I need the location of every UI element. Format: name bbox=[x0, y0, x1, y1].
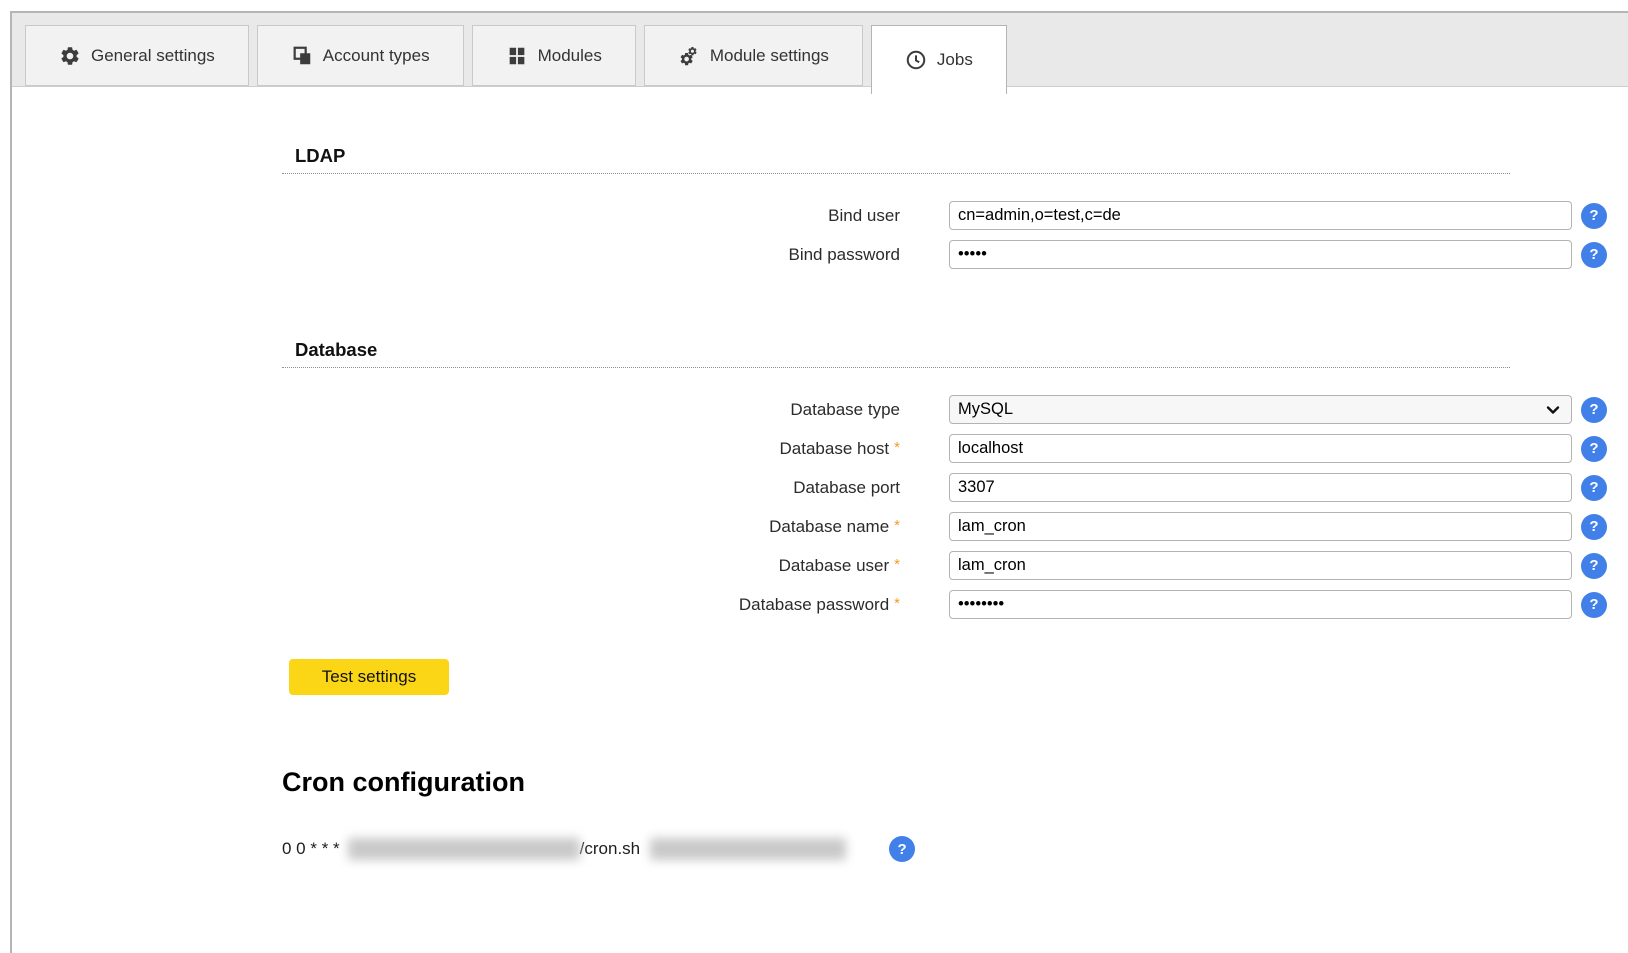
required-marker: * bbox=[894, 556, 900, 573]
field-input-wrap: ? bbox=[949, 201, 1607, 230]
required-marker: * bbox=[894, 595, 900, 612]
field-input-wrap: ? bbox=[949, 240, 1607, 269]
form-row-database-user: Database user*? bbox=[282, 551, 1628, 580]
tab-general-settings[interactable]: General settings bbox=[25, 25, 249, 86]
selected-option: MySQL bbox=[958, 400, 1013, 419]
help-icon[interactable]: ? bbox=[1581, 397, 1607, 423]
tab-module-settings[interactable]: Module settings bbox=[644, 25, 863, 86]
field-label: Bind password bbox=[282, 245, 900, 265]
help-icon[interactable]: ? bbox=[889, 836, 915, 862]
ldap-fields: Bind user?Bind password? bbox=[282, 201, 1628, 269]
tab-label: General settings bbox=[91, 46, 215, 66]
cron-configuration-heading: Cron configuration bbox=[282, 767, 1628, 798]
field-input-wrap: ? bbox=[949, 434, 1607, 463]
clock-icon bbox=[905, 49, 927, 71]
bind-password-input[interactable] bbox=[949, 240, 1572, 269]
help-icon[interactable]: ? bbox=[1581, 242, 1607, 268]
form-row-bind-user: Bind user? bbox=[282, 201, 1628, 230]
database-type-select[interactable]: MySQL bbox=[949, 395, 1572, 424]
help-icon[interactable]: ? bbox=[1581, 592, 1607, 618]
chevron-down-icon bbox=[1545, 402, 1561, 418]
tab-label: Account types bbox=[323, 46, 430, 66]
database-name-input[interactable] bbox=[949, 512, 1572, 541]
cron-script-text: /cron.sh bbox=[580, 839, 640, 859]
field-label: Database host* bbox=[282, 439, 900, 459]
field-label: Bind user bbox=[282, 206, 900, 226]
redacted-path bbox=[348, 838, 580, 860]
field-input-wrap: ? bbox=[949, 512, 1607, 541]
form-row-database-host: Database host*? bbox=[282, 434, 1628, 463]
form-row-database-port: Database port? bbox=[282, 473, 1628, 502]
ldap-section-title: LDAP bbox=[282, 145, 1510, 174]
bind-user-input[interactable] bbox=[949, 201, 1572, 230]
gear-icon bbox=[59, 45, 81, 67]
field-label: Database user* bbox=[282, 556, 900, 576]
help-icon[interactable]: ? bbox=[1581, 553, 1607, 579]
gears-icon bbox=[678, 45, 700, 67]
database-fields: Database typeMySQL?Database host*?Databa… bbox=[282, 395, 1628, 619]
field-label: Database port bbox=[282, 478, 900, 498]
cron-line: 0 0 * * * /cron.sh ? bbox=[282, 836, 1628, 862]
field-label: Database password* bbox=[282, 595, 900, 615]
form-row-bind-password: Bind password? bbox=[282, 240, 1628, 269]
field-label: Database name* bbox=[282, 517, 900, 537]
tab-jobs[interactable]: Jobs bbox=[871, 25, 1007, 94]
tab-label: Module settings bbox=[710, 46, 829, 66]
database-password-input[interactable] bbox=[949, 590, 1572, 619]
required-marker: * bbox=[894, 517, 900, 534]
help-icon[interactable]: ? bbox=[1581, 436, 1607, 462]
database-user-input[interactable] bbox=[949, 551, 1572, 580]
tab-label: Jobs bbox=[937, 50, 973, 70]
grid-icon bbox=[506, 45, 528, 67]
redacted-text bbox=[650, 838, 846, 860]
field-input-wrap: MySQL? bbox=[949, 395, 1607, 424]
jobs-tab-content: LDAP Bind user?Bind password? Database D… bbox=[12, 145, 1628, 862]
form-row-database-name: Database name*? bbox=[282, 512, 1628, 541]
database-section: Database Database typeMySQL?Database hos… bbox=[282, 339, 1628, 619]
help-icon[interactable]: ? bbox=[1581, 514, 1607, 540]
field-label: Database type bbox=[282, 400, 900, 420]
tab-label: Modules bbox=[538, 46, 602, 66]
tab-bar: General settings Account types Modules Modu… bbox=[12, 13, 1628, 87]
database-section-title: Database bbox=[282, 339, 1510, 368]
help-icon[interactable]: ? bbox=[1581, 203, 1607, 229]
test-settings-button[interactable]: Test settings bbox=[289, 659, 449, 695]
database-port-input[interactable] bbox=[949, 473, 1572, 502]
settings-panel: General settings Account types Modules Modu… bbox=[10, 11, 1628, 953]
copy-icon bbox=[291, 45, 313, 67]
help-icon[interactable]: ? bbox=[1581, 475, 1607, 501]
tab-modules[interactable]: Modules bbox=[472, 25, 636, 86]
cron-schedule-text: 0 0 * * * bbox=[282, 839, 340, 859]
form-row-database-password: Database password*? bbox=[282, 590, 1628, 619]
tab-account-types[interactable]: Account types bbox=[257, 25, 464, 86]
field-input-wrap: ? bbox=[949, 473, 1607, 502]
form-row-database-type: Database type MySQL? bbox=[282, 395, 1628, 424]
required-marker: * bbox=[894, 439, 900, 456]
field-input-wrap: ? bbox=[949, 590, 1607, 619]
field-input-wrap: ? bbox=[949, 551, 1607, 580]
database-host-input[interactable] bbox=[949, 434, 1572, 463]
ldap-section: LDAP Bind user?Bind password? bbox=[282, 145, 1628, 269]
